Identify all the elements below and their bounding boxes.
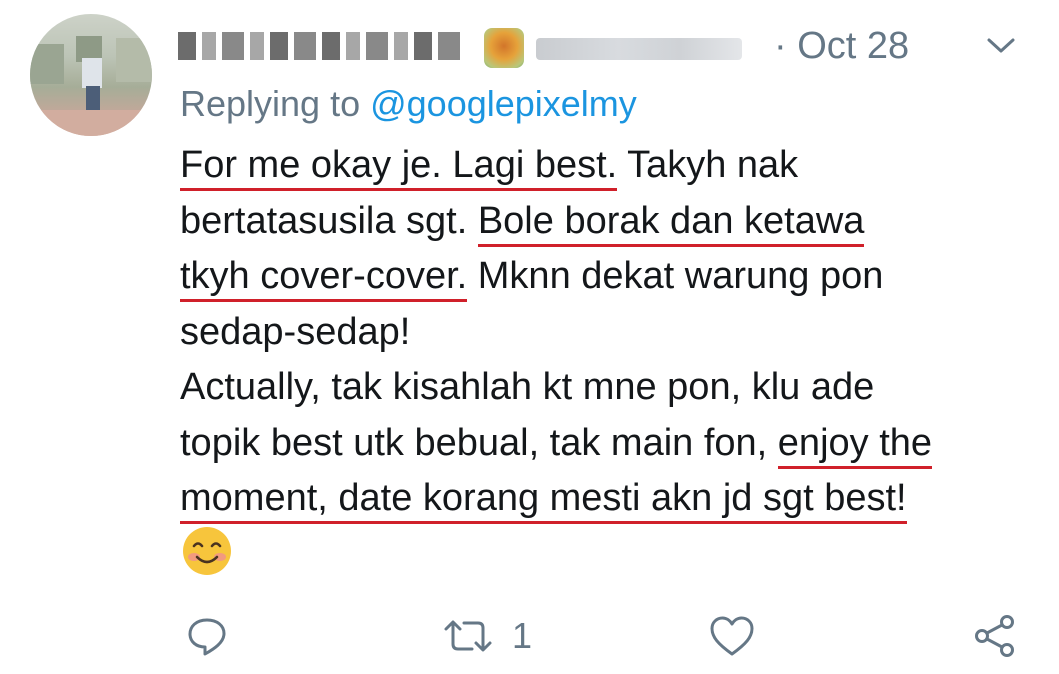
underlined-phrase: tkyh cover-cover. [180, 255, 468, 302]
text-span: topik best utk bebual, tak main fon, [180, 421, 778, 464]
avatar[interactable] [30, 14, 152, 136]
share-icon [975, 615, 1014, 657]
underlined-phrase: For me okay je. Lagi best. [180, 144, 618, 191]
tweet-card[interactable]: · Oct 28 Replying to @googlepixelmy For … [0, 0, 1059, 674]
smiling-face-emoji-icon [183, 527, 231, 575]
underlined-phrase: enjoy the [777, 421, 933, 469]
username-redacted[interactable] [536, 38, 742, 60]
tweet-actions: 1 [180, 608, 1030, 664]
underlined-phrase: Bole borak dan ketawa [477, 199, 865, 247]
sunflower-emoji-icon [484, 28, 524, 68]
date-text: Oct 28 [797, 25, 910, 67]
share-button[interactable] [972, 608, 1018, 664]
text-span: Actually, tak kisahlah kt mne pon, klu a… [180, 366, 875, 408]
replying-prefix: Replying to [180, 83, 371, 124]
tweet-date[interactable]: · Oct 28 [774, 20, 909, 72]
text-span: Takyh nak [617, 144, 799, 186]
text-span: sedap-sedap! [180, 310, 411, 353]
retweet-icon [444, 620, 492, 652]
replying-to: Replying to @googlepixelmy [180, 80, 637, 128]
heart-icon [710, 616, 754, 656]
reply-button[interactable] [184, 608, 230, 664]
like-button[interactable] [708, 608, 756, 664]
text-span: bertatasusila sgt. [180, 199, 478, 242]
chevron-down-icon[interactable] [986, 36, 1016, 56]
retweet-count: 1 [512, 615, 533, 656]
tweet-text: For me okay je. Lagi best. Takyh nak ber… [180, 138, 1040, 527]
text-span: Mknn dekat warung pon [467, 255, 884, 297]
mention-link[interactable]: @googlepixelmy [370, 83, 637, 124]
date-separator: · [774, 25, 787, 67]
underlined-phrase: moment, date korang mesti akn jd sgt bes… [180, 477, 907, 524]
tweet-header: · Oct 28 [178, 20, 1038, 72]
retweet-button[interactable]: 1 [442, 608, 532, 664]
display-name-redacted[interactable] [178, 28, 478, 64]
reply-icon [188, 618, 226, 656]
